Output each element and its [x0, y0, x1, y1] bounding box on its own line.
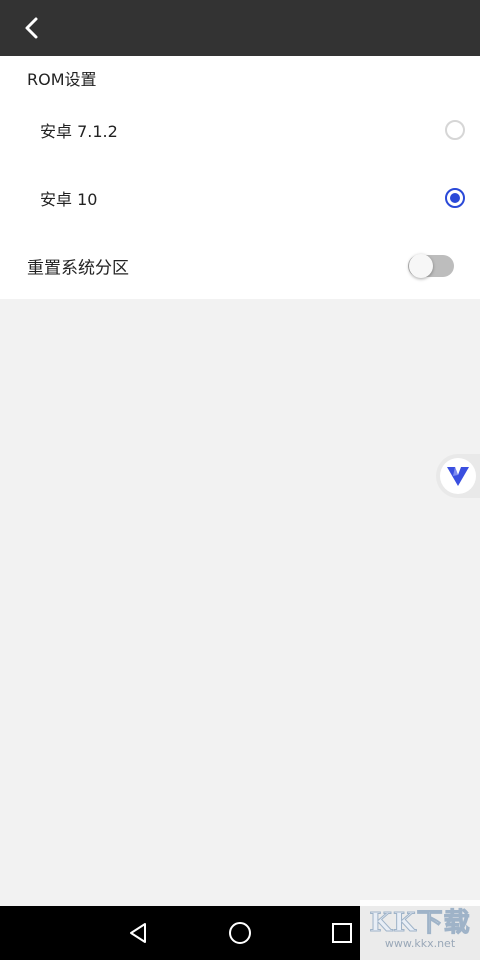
back-triangle-icon[interactable]	[125, 920, 151, 946]
reset-partition-row[interactable]: 重置系统分区	[0, 236, 480, 296]
radio-android-7[interactable]	[445, 120, 465, 140]
back-button[interactable]	[14, 10, 50, 46]
app-bar	[0, 0, 480, 56]
watermark: KK下载 www.kkx.net	[360, 900, 480, 960]
reset-partition-label: 重置系统分区	[27, 258, 129, 279]
chevron-left-icon	[25, 17, 38, 39]
toggle-knob	[409, 254, 433, 278]
floating-assistant-button[interactable]	[436, 454, 480, 498]
v-logo-icon	[447, 467, 469, 486]
watermark-url: www.kkx.net	[384, 937, 456, 950]
radio-android-10[interactable]	[445, 188, 465, 208]
reset-partition-toggle[interactable]	[408, 254, 454, 278]
rom-option-android-7[interactable]: 安卓 7.1.2	[0, 100, 480, 160]
floating-button-inner	[440, 458, 476, 494]
rom-option-label: 安卓 10	[40, 190, 98, 209]
watermark-logo: KK下载	[369, 908, 471, 938]
recents-square-icon[interactable]	[329, 920, 355, 946]
rom-settings-title: ROM设置	[27, 70, 97, 89]
home-circle-icon[interactable]	[227, 920, 253, 946]
rom-option-label: 安卓 7.1.2	[40, 122, 118, 141]
rom-option-android-10[interactable]: 安卓 10	[0, 168, 480, 228]
